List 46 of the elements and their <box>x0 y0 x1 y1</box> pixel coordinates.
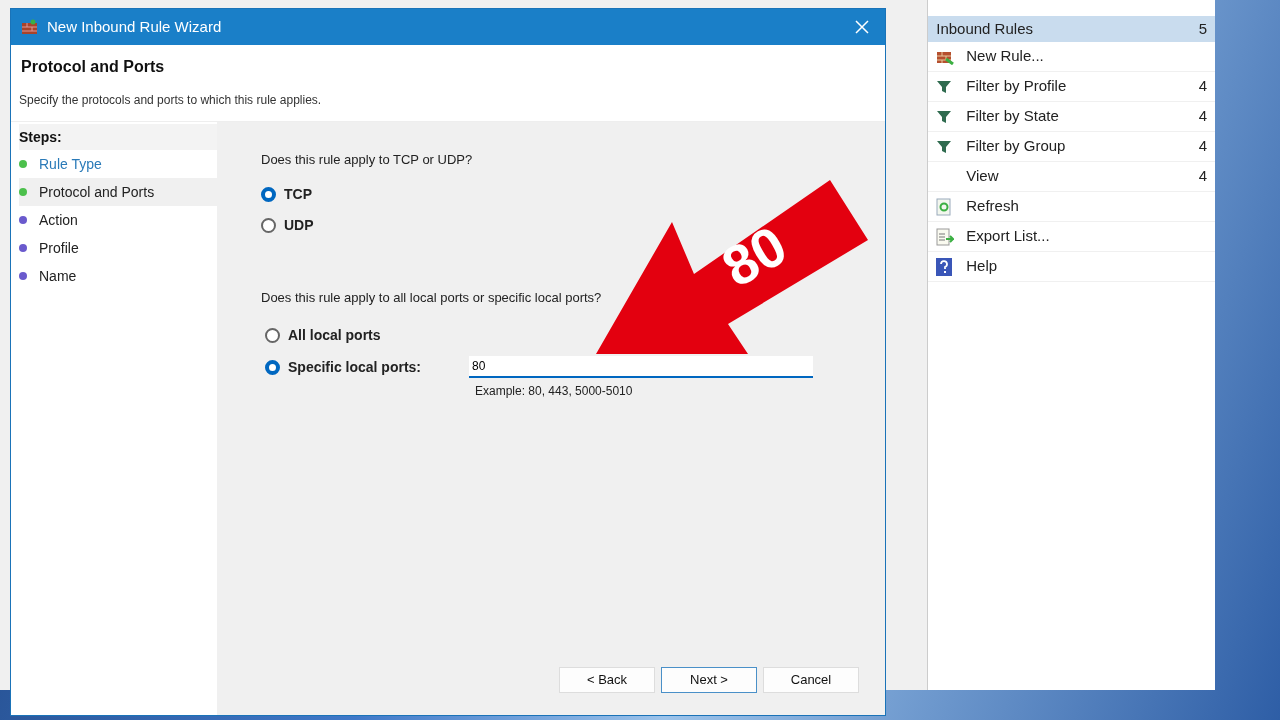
pane-command[interactable]: Refresh <box>928 192 1215 222</box>
radio-button[interactable] <box>261 186 276 202</box>
item-count: 4 <box>1198 106 1207 127</box>
pane-command[interactable]: View 4 <box>928 162 1215 192</box>
pane-command[interactable]: Filter by Profile 4 <box>928 72 1215 102</box>
step-item[interactable]: Rule Type <box>19 150 217 178</box>
step-item[interactable]: Action <box>19 206 217 234</box>
ports-question: Does this rule apply to all local ports or specific local ports? <box>261 288 603 307</box>
ports-input-field[interactable]: 80 <box>469 356 813 378</box>
item-count: 4 <box>1198 166 1207 187</box>
pane-command[interactable]: Export List... <box>928 222 1215 252</box>
window-title: New Inbound Rule Wizard <box>47 16 223 37</box>
radio-button[interactable] <box>265 328 280 343</box>
step-item[interactable]: Name <box>19 262 217 290</box>
port-option[interactable]: All local ports <box>265 325 469 346</box>
radio-button[interactable] <box>265 359 280 375</box>
wizard-button[interactable]: Cancel <box>763 667 859 693</box>
pane-command[interactable]: Filter by Group 4 <box>928 132 1215 162</box>
steps-label: Steps: <box>19 124 217 150</box>
pane-command[interactable]: Help <box>928 252 1215 282</box>
protocol-question: Does this rule apply to TCP or UDP? <box>261 151 474 169</box>
header-label: Inbound Rules <box>936 18 1033 39</box>
wizard-button[interactable]: < Back <box>559 667 655 693</box>
brick-wall-icon <box>21 19 39 35</box>
actions-header[interactable]: Inbound Rules 5 <box>928 16 1215 42</box>
help-icon <box>936 257 953 276</box>
item-count: 4 <box>1198 136 1207 157</box>
ports-example: Example: 80, 443, 5000-5010 <box>475 383 634 400</box>
header-count: 5 <box>1198 18 1207 39</box>
pane-command[interactable]: New Rule... <box>928 42 1215 72</box>
page-description: Specify the protocols and ports to which this rule applies. <box>19 92 323 109</box>
export-list-icon <box>936 227 955 246</box>
port-option[interactable]: Specific local ports: <box>265 356 469 378</box>
wizard-button[interactable]: Next > <box>661 667 757 693</box>
pane-command[interactable]: Filter by State 4 <box>928 102 1215 132</box>
step-item[interactable]: Profile <box>19 234 217 262</box>
filter-icon <box>936 138 953 155</box>
item-count: 4 <box>1198 76 1207 97</box>
refresh-icon <box>936 197 953 216</box>
step-item[interactable]: Protocol and Ports <box>19 178 217 206</box>
radio-button[interactable] <box>261 217 276 233</box>
filter-icon <box>936 108 953 125</box>
filter-icon <box>936 78 953 95</box>
protocol-option[interactable]: TCP <box>261 183 885 205</box>
close-icon[interactable] <box>855 20 869 34</box>
page-heading: Protocol and Ports <box>21 57 166 77</box>
